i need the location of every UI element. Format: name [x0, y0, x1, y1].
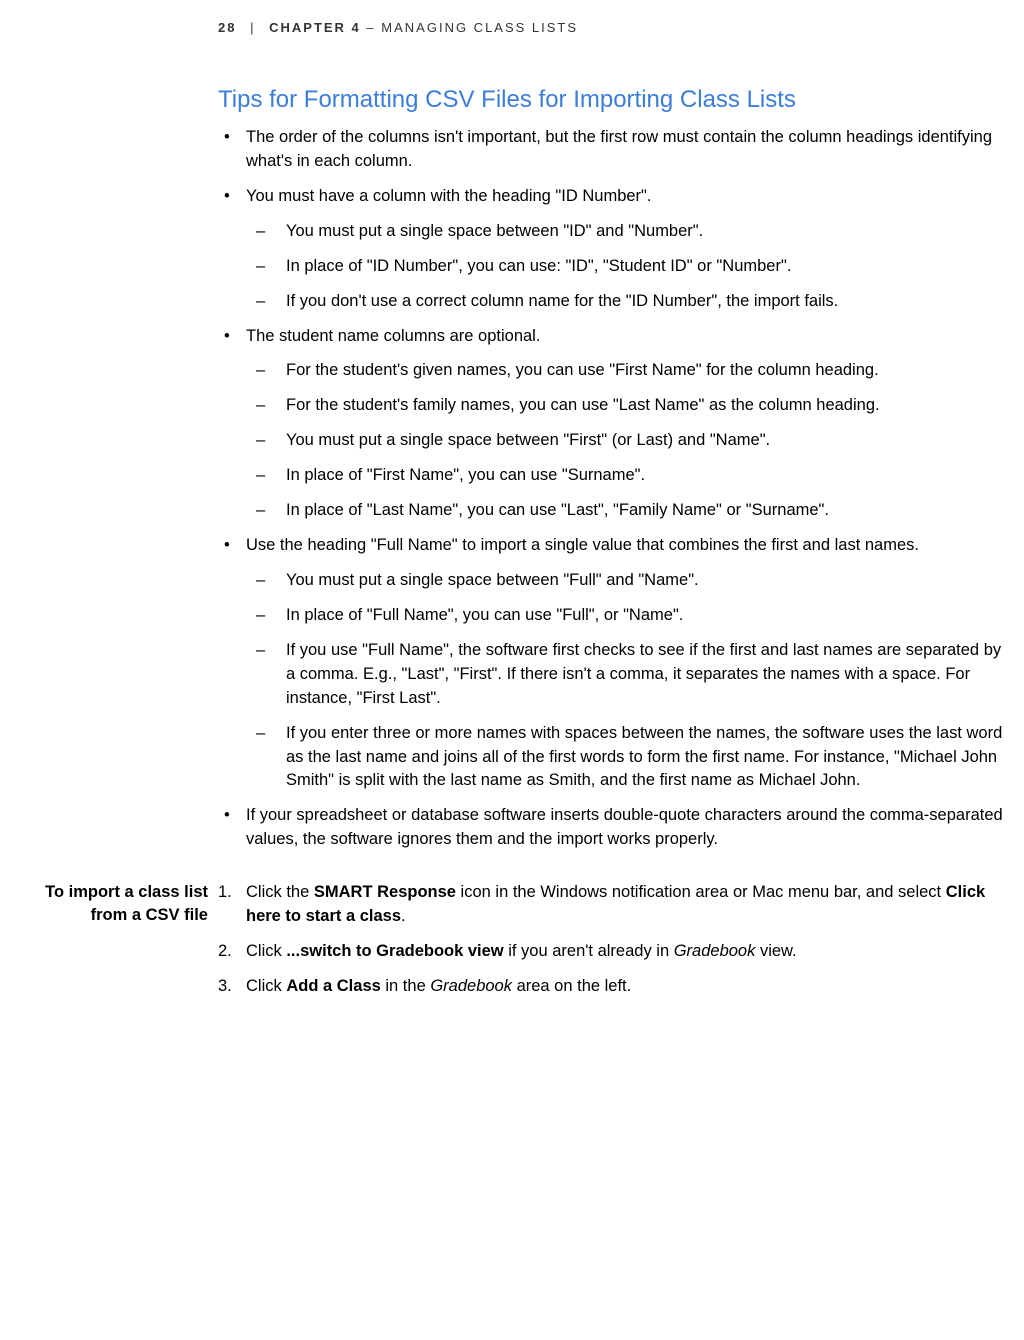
bullet-marker: •	[218, 185, 246, 209]
sub-text: You must put a single space between "ID"…	[286, 220, 1008, 244]
sub-text: If you enter three or more names with sp…	[286, 722, 1008, 794]
bullet-text: You must have a column with the heading …	[246, 185, 1008, 209]
dash-marker: –	[252, 290, 286, 314]
ordered-item: 3.Click Add a Class in the Gradebook are…	[218, 975, 1008, 999]
page-number: 28	[218, 20, 236, 35]
ordered-number: 1.	[218, 881, 246, 929]
sub-text: For the student's family names, you can …	[286, 394, 1008, 418]
sub-item: –If you enter three or more names with s…	[252, 722, 1008, 794]
chapter-label: CHAPTER 4	[269, 20, 361, 35]
sub-text: You must put a single space between "Fir…	[286, 429, 1008, 453]
sub-list: –For the student's given names, you can …	[218, 359, 1008, 523]
sub-text: In place of "First Name", you can use "S…	[286, 464, 1008, 488]
dash-marker: –	[252, 604, 286, 628]
dash-marker: –	[252, 639, 286, 711]
sub-item: –In place of "First Name", you can use "…	[252, 464, 1008, 488]
sub-item: –If you don't use a correct column name …	[252, 290, 1008, 314]
ordered-number: 2.	[218, 940, 246, 964]
sub-item: –You must put a single space between "Fu…	[252, 569, 1008, 593]
bullet-item: •The student name columns are optional.	[218, 325, 1008, 349]
ordered-text: Click the SMART Response icon in the Win…	[246, 881, 1008, 929]
ordered-text: Click ...switch to Gradebook view if you…	[246, 940, 1008, 964]
sub-text: If you use "Full Name", the software fir…	[286, 639, 1008, 711]
sidebar-heading: To import a class list from a CSV file	[10, 881, 208, 927]
chapter-separator: –	[366, 20, 381, 35]
chapter-title: MANAGING CLASS LISTS	[381, 20, 578, 35]
main-content: Tips for Formatting CSV Files for Import…	[218, 86, 1008, 863]
dash-marker: –	[252, 722, 286, 794]
dash-marker: –	[252, 429, 286, 453]
bullet-text: The order of the columns isn't important…	[246, 126, 1008, 174]
sub-text: In place of "Last Name", you can use "La…	[286, 499, 1008, 523]
ordered-number: 3.	[218, 975, 246, 999]
bullet-marker: •	[218, 534, 246, 558]
sub-text: In place of "Full Name", you can use "Fu…	[286, 604, 1008, 628]
sub-text: For the student's given names, you can u…	[286, 359, 1008, 383]
bullet-text: If your spreadsheet or database software…	[246, 804, 1008, 852]
dash-marker: –	[252, 220, 286, 244]
dash-marker: –	[252, 394, 286, 418]
bullet-item: •You must have a column with the heading…	[218, 185, 1008, 209]
sub-text: You must put a single space between "Ful…	[286, 569, 1008, 593]
bullet-marker: •	[218, 126, 246, 174]
bullet-item: •Use the heading "Full Name" to import a…	[218, 534, 1008, 558]
sub-item: –You must put a single space between "ID…	[252, 220, 1008, 244]
bullet-item: •The order of the columns isn't importan…	[218, 126, 1008, 174]
bullets-container: •The order of the columns isn't importan…	[218, 126, 1008, 852]
bullet-marker: •	[218, 325, 246, 349]
bullet-text: Use the heading "Full Name" to import a …	[246, 534, 1008, 558]
dash-marker: –	[252, 464, 286, 488]
bullet-item: •If your spreadsheet or database softwar…	[218, 804, 1008, 852]
sub-text: If you don't use a correct column name f…	[286, 290, 1008, 314]
ordered-item: 1.Click the SMART Response icon in the W…	[218, 881, 1008, 929]
ordered-section: 1.Click the SMART Response icon in the W…	[218, 881, 1008, 1010]
sub-item: –In place of "Last Name", you can use "L…	[252, 499, 1008, 523]
page-header: 28 | CHAPTER 4 – MANAGING CLASS LISTS	[218, 20, 578, 35]
ordered-text: Click Add a Class in the Gradebook area …	[246, 975, 1008, 999]
sub-list: –You must put a single space between "ID…	[218, 220, 1008, 314]
dash-marker: –	[252, 255, 286, 279]
bullet-text: The student name columns are optional.	[246, 325, 1008, 349]
section-title: Tips for Formatting CSV Files for Import…	[218, 86, 1008, 114]
dash-marker: –	[252, 499, 286, 523]
sub-list: –You must put a single space between "Fu…	[218, 569, 1008, 793]
sub-item: –You must put a single space between "Fi…	[252, 429, 1008, 453]
bullet-marker: •	[218, 804, 246, 852]
header-divider: |	[250, 20, 255, 35]
dash-marker: –	[252, 359, 286, 383]
sub-text: In place of "ID Number", you can use: "I…	[286, 255, 1008, 279]
ordered-item: 2.Click ...switch to Gradebook view if y…	[218, 940, 1008, 964]
sub-item: –In place of "ID Number", you can use: "…	[252, 255, 1008, 279]
dash-marker: –	[252, 569, 286, 593]
sub-item: –If you use "Full Name", the software fi…	[252, 639, 1008, 711]
sub-item: –In place of "Full Name", you can use "F…	[252, 604, 1008, 628]
sub-item: –For the student's given names, you can …	[252, 359, 1008, 383]
sub-item: –For the student's family names, you can…	[252, 394, 1008, 418]
